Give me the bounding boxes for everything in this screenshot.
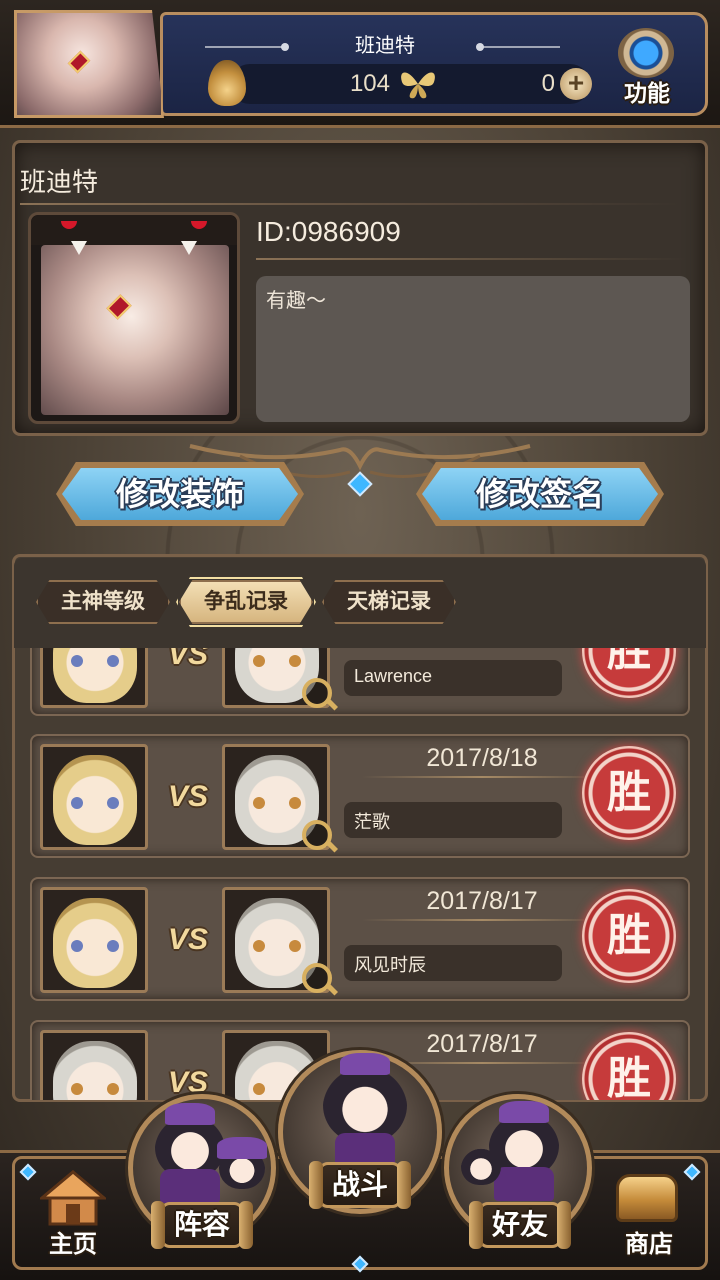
record-date: 2017/8/17 [426, 887, 538, 915]
frame-eye-right [191, 221, 207, 229]
edit-decoration-label: 修改装饰 [115, 476, 244, 512]
edit-signature-label: 修改签名 [475, 476, 604, 512]
nav-shop[interactable]: 商店 [606, 1170, 692, 1270]
win-badge: 胜 [582, 1032, 676, 1100]
record-date: 2017/8/17 [426, 1030, 538, 1058]
add-currency-button[interactable]: + [560, 68, 592, 100]
tab-ladder-records[interactable]: 天梯记录 [322, 580, 456, 624]
nav-battle-label-scroll: 战斗 [309, 1161, 411, 1209]
tab-label: 主神等级 [61, 590, 145, 613]
body-shape [160, 1169, 220, 1203]
vs-label: VS [167, 780, 209, 813]
tab-battle-records[interactable]: 争乱记录 [179, 580, 313, 624]
fang-shape [181, 241, 197, 255]
character-eyes [253, 940, 301, 952]
nav-shop-label: 商店 [625, 1231, 673, 1258]
character-eyes [71, 797, 119, 809]
butterfly-icon [401, 72, 435, 99]
character-chibi [217, 1137, 267, 1189]
character-eyes [71, 1083, 119, 1095]
player-avatar[interactable] [14, 10, 164, 118]
edit-signature-button[interactable]: 修改签名 [416, 462, 664, 526]
own-portrait [40, 744, 148, 850]
currency-a-value: 104 [349, 70, 390, 97]
game-screen: 班迪特 104 0 + 功能 班迪特 ID:0986909 有趣～ 修改装饰 修… [0, 0, 720, 1280]
player-name: 班迪特 [355, 35, 415, 57]
function-button[interactable]: 功能 [612, 26, 682, 106]
result-label: 胜 [607, 1054, 651, 1100]
record-row[interactable]: VS 2017/8/18 茫歌 胜 [30, 734, 690, 858]
own-portrait [40, 887, 148, 993]
fang-shape [71, 241, 87, 255]
magnifier-icon[interactable] [302, 820, 332, 850]
gear-icon [618, 28, 674, 78]
own-portrait [40, 1030, 148, 1100]
nav-friends-label: 好友 [491, 1209, 548, 1240]
treasure-chest-icon [616, 1174, 678, 1222]
flame-spirit-icon [208, 60, 246, 106]
frame-eye-left [61, 221, 77, 229]
edit-decoration-button[interactable]: 修改装饰 [56, 462, 304, 526]
result-label: 胜 [607, 648, 651, 675]
win-badge: 胜 [582, 889, 676, 983]
plus-icon: + [567, 67, 585, 98]
function-label: 功能 [624, 80, 670, 106]
tab-god-level[interactable]: 主神等级 [36, 580, 170, 624]
character-chibi [461, 1145, 501, 1185]
opponent-name: Lawrence [354, 666, 433, 686]
records-list[interactable]: VS Lawrence 胜 VS 2017/8/18 茫歌 胜 VS 2017/… [14, 648, 706, 1100]
house-icon [40, 1170, 106, 1226]
bow-shape [499, 1101, 549, 1123]
character-eyes [71, 655, 119, 667]
body-shape [494, 1167, 554, 1201]
tab-label: 争乱记录 [204, 590, 288, 613]
opponent-name: 风见时辰 [354, 955, 426, 975]
tab-label: 天梯记录 [347, 590, 431, 613]
magnifier-icon[interactable] [302, 963, 332, 993]
own-portrait [40, 648, 148, 708]
magnifier-icon[interactable] [302, 678, 332, 708]
name-divider-right [476, 43, 560, 51]
nav-team-label-scroll: 阵容 [151, 1201, 253, 1249]
player-id: ID:0986909 [256, 216, 401, 247]
nav-home[interactable]: 主页 [30, 1170, 116, 1270]
character-chibi [323, 1053, 407, 1167]
avatar-gem [67, 50, 91, 74]
profile-divider [20, 203, 680, 205]
win-badge: 胜 [582, 746, 676, 840]
character-eyes [253, 655, 301, 667]
character-chibi [155, 1103, 225, 1203]
profile-avatar-frame[interactable] [28, 212, 240, 424]
win-badge: 胜 [582, 648, 676, 698]
bow-shape [217, 1137, 267, 1159]
record-date: 2017/8/18 [426, 744, 538, 772]
record-row[interactable]: VS Lawrence 胜 [30, 648, 690, 716]
record-row[interactable]: VS 2017/8/17 风见时辰 胜 [30, 877, 690, 1001]
beast-frame-top [31, 215, 237, 245]
character-eyes [253, 797, 301, 809]
signature-text: 有趣～ [266, 290, 326, 312]
result-label: 胜 [607, 911, 651, 960]
bow-shape [165, 1103, 215, 1125]
nav-friends-label-scroll: 好友 [469, 1201, 571, 1249]
nav-battle-label: 战斗 [331, 1169, 388, 1200]
profile-name: 班迪特 [20, 167, 99, 197]
id-divider [256, 258, 686, 260]
currency-b-value: 0 [541, 70, 555, 97]
opponent-name: 茫歌 [354, 812, 390, 832]
profile-avatar-image [41, 245, 229, 415]
character-eyes [71, 940, 119, 952]
result-label: 胜 [607, 768, 651, 817]
nav-home-label: 主页 [49, 1231, 97, 1258]
name-divider-left [205, 43, 289, 51]
date-divider [362, 776, 602, 778]
bow-shape [340, 1053, 390, 1075]
vs-label: VS [167, 923, 209, 956]
vs-label: VS [167, 648, 209, 671]
date-divider [362, 919, 602, 921]
avatar-gem [106, 294, 132, 320]
nav-team-label: 阵容 [173, 1209, 230, 1240]
